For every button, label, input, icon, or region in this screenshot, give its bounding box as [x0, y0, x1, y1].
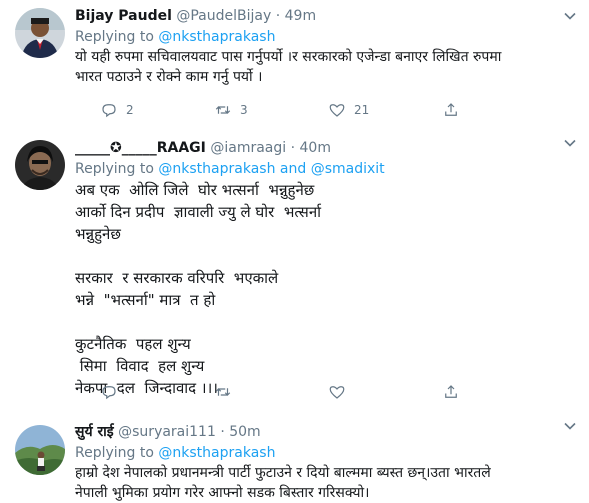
like-icon	[329, 104, 345, 117]
tweet-text: यो यही रुपमा सचिवालयवाट पास गर्नुपर्यो ।…	[75, 49, 502, 85]
retweet-icon	[215, 106, 231, 114]
display-name[interactable]: सुर्य राई	[75, 424, 114, 440]
like-count: 21	[354, 103, 370, 117]
timestamp[interactable]: 49m	[285, 8, 316, 24]
replying-prefix: Replying to	[75, 29, 159, 45]
tweet-text: अब एक ओलि जिले घोर भत्सर्ना भन्नुहुनेछ आ…	[75, 181, 322, 397]
share-button[interactable]	[442, 380, 460, 404]
timestamp[interactable]: 50m	[229, 424, 260, 440]
like-icon	[329, 386, 345, 399]
replying-to: Replying to @nksthaprakash and @smadixit	[75, 159, 575, 179]
avatar[interactable]	[15, 425, 65, 475]
timestamp[interactable]: 40m	[300, 140, 331, 156]
reply-count: 2	[126, 103, 134, 117]
tweet-header: Bijay Paudel @PaudelBijay · 49m	[75, 6, 575, 27]
replying-prefix: Replying to	[75, 445, 159, 461]
tweet-text: हाम्रो देश नेपालको प्रधानमन्त्री पार्टी …	[75, 465, 491, 501]
retweet-icon	[215, 388, 231, 396]
mention-link[interactable]: @nksthaprakash	[158, 445, 275, 461]
mention-link[interactable]: @smadixit	[311, 161, 385, 177]
replying-to: Replying to @nksthaprakash	[75, 27, 575, 47]
mention-link[interactable]: @nksthaprakash	[158, 29, 275, 45]
separator-dot: ·	[275, 8, 281, 24]
tweet-actions: 2 3 21	[100, 98, 589, 122]
replying-and: and	[275, 161, 311, 177]
retweet-count: 3	[240, 103, 248, 117]
reply-icon	[102, 386, 116, 400]
tweet-header: सुर्य राई @suryarai111 · 50m	[75, 422, 575, 443]
user-handle[interactable]: @PaudelBijay	[176, 8, 271, 24]
display-name[interactable]: Bijay Paudel	[75, 8, 172, 24]
replying-to: Replying to @nksthaprakash	[75, 443, 575, 463]
user-handle[interactable]: @suryarai111	[118, 424, 216, 440]
mention-link[interactable]: @nksthaprakash	[158, 161, 275, 177]
like-button[interactable]: 21	[328, 98, 369, 122]
user-handle[interactable]: @iamraagi	[210, 140, 286, 156]
share-icon	[445, 103, 457, 116]
reply-button[interactable]: 2	[100, 98, 134, 122]
tweet-1[interactable]: Bijay Paudel @PaudelBijay · 49m Replying…	[0, 0, 589, 128]
reply-icon	[102, 104, 116, 118]
separator-dot: ·	[220, 424, 225, 440]
retweet-button[interactable]: 3	[214, 98, 248, 122]
avatar[interactable]	[15, 140, 65, 190]
separator-dot: ·	[290, 140, 296, 156]
reply-button[interactable]	[100, 380, 126, 404]
tweet-actions	[100, 380, 589, 404]
tweet-3[interactable]: सुर्य राई @suryarai111 · 50m Replying to…	[0, 410, 589, 503]
share-button[interactable]	[442, 98, 460, 122]
tweet-header: _____✪_____RAAGI @iamraagi · 40m	[75, 138, 575, 159]
avatar[interactable]	[15, 8, 65, 58]
replying-prefix: Replying to	[75, 161, 159, 177]
like-button[interactable]	[328, 380, 354, 404]
retweet-button[interactable]	[214, 380, 240, 404]
share-icon	[445, 385, 457, 398]
tweet-2[interactable]: _____✪_____RAAGI @iamraagi · 40m Replyin…	[0, 127, 589, 411]
display-name[interactable]: _____✪_____RAAGI	[75, 140, 206, 156]
